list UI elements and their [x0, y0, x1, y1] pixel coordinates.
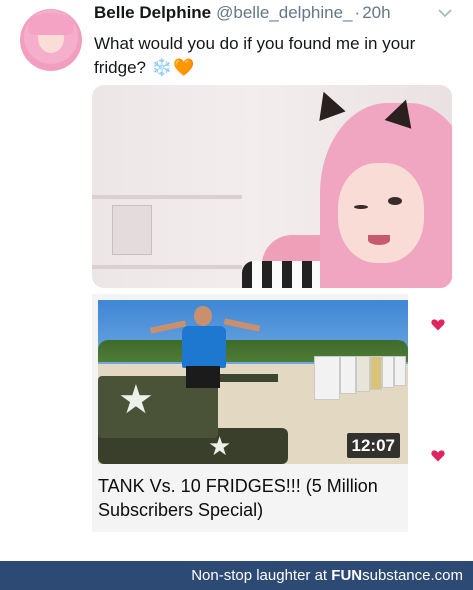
cat-ear-left: [310, 86, 346, 122]
timestamp[interactable]: 20h: [362, 3, 390, 23]
heart-icon[interactable]: [431, 450, 445, 462]
watermark-bar: Non-stop laughter at FUNsubstance.com: [0, 561, 473, 590]
watermark-prefix: Non-stop laughter at: [191, 567, 328, 584]
user-handle[interactable]: @belle_delphine_: [216, 3, 352, 23]
tank-gun: [212, 374, 278, 382]
orange-heart-emoji: 🧡: [173, 58, 195, 77]
video-card[interactable]: ★ ★ 12:07 TANK Vs. 10 FRIDGES!!! (5 Mill…: [92, 294, 408, 532]
star-emblem: ★: [208, 431, 232, 461]
chevron-down-icon[interactable]: [438, 8, 452, 18]
avatar[interactable]: [20, 9, 82, 71]
separator: ·: [354, 3, 361, 22]
tweet-body: What would you do if you found me in you…: [94, 34, 416, 77]
mouth: [368, 235, 390, 245]
heart-icon[interactable]: [431, 319, 445, 331]
fridge-shelf: [92, 195, 242, 199]
fridge: [370, 356, 382, 390]
tweet: Belle Delphine @belle_delphine_ · 20h Wh…: [0, 0, 473, 290]
head: [194, 306, 212, 326]
fridge: [394, 356, 406, 386]
fridge: [314, 356, 340, 400]
tweet-text: What would you do if you found me in you…: [94, 32, 464, 80]
fridge-bin: [112, 205, 152, 255]
tweet-header: Belle Delphine @belle_delphine_ · 20h: [94, 3, 391, 29]
star-emblem: ★: [118, 378, 154, 422]
video-thumbnail[interactable]: ★ ★ 12:07: [98, 300, 408, 464]
fridge: [340, 356, 356, 394]
fridge: [382, 356, 394, 388]
watermark-text: Non-stop laughter at FUNsubstance.com: [191, 567, 463, 584]
arm-right: [223, 318, 261, 332]
brand-rest: substance.com: [362, 567, 463, 584]
eye-right: [388, 197, 402, 205]
video-title[interactable]: TANK Vs. 10 FRIDGES!!! (5 Million Subscr…: [98, 474, 398, 522]
video-duration: 12:07: [346, 433, 400, 458]
tweet-photo[interactable]: [92, 85, 452, 288]
fridge: [356, 356, 370, 392]
brand-fun: FUN: [331, 567, 363, 584]
face: [338, 163, 424, 263]
shorts: [186, 366, 220, 388]
snowflake-emoji: ❄️: [151, 58, 173, 77]
fridge-shelf: [92, 265, 242, 269]
eye-left: [354, 205, 368, 209]
blue-shirt: [182, 326, 226, 368]
arm-left: [149, 320, 187, 334]
display-name[interactable]: Belle Delphine: [94, 3, 211, 23]
